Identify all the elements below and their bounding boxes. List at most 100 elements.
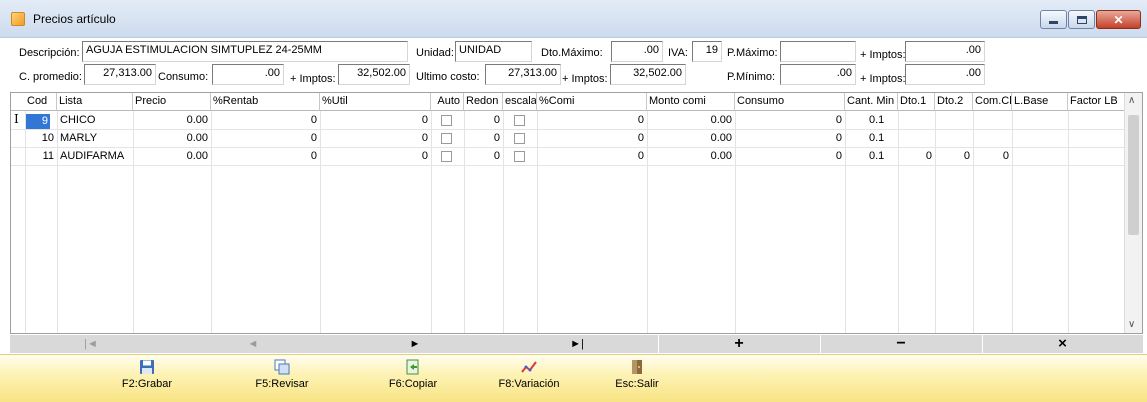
cell-lista[interactable]: AUDIFARMA bbox=[57, 148, 133, 166]
cell-dto1[interactable] bbox=[898, 130, 935, 148]
cell-dto2[interactable] bbox=[935, 112, 973, 130]
cell-precio[interactable]: 0.00 bbox=[133, 112, 211, 130]
salir-button[interactable]: Esc:Salir bbox=[602, 359, 672, 390]
cell-cant-min[interactable]: 0.1 bbox=[845, 130, 898, 148]
col-header-consumo[interactable]: Consumo bbox=[735, 93, 845, 111]
copiar-button[interactable]: F6:Copiar bbox=[378, 359, 448, 390]
table-row[interactable]: 10 MARLY 0.00 0 0 0 0 0.00 0 0.1 bbox=[11, 130, 1125, 148]
col-header-precio[interactable]: Precio bbox=[133, 93, 211, 111]
cell-dto2[interactable]: 0 bbox=[935, 148, 973, 166]
cell-comcl[interactable] bbox=[973, 130, 1012, 148]
cell-precio[interactable]: 0.00 bbox=[133, 148, 211, 166]
checkbox-escala[interactable] bbox=[514, 115, 525, 126]
col-header-auto[interactable]: Auto bbox=[431, 93, 464, 111]
ultimo-costo-field[interactable]: 27,313.00 bbox=[485, 64, 561, 85]
cell-lista[interactable]: CHICO bbox=[57, 112, 133, 130]
cell-util[interactable]: 0 bbox=[320, 112, 431, 130]
impuestos-field-2[interactable]: 32,502.00 bbox=[338, 64, 410, 85]
nav-add-button[interactable]: + bbox=[658, 335, 820, 353]
close-button[interactable]: ✕ bbox=[1096, 10, 1141, 29]
variacion-button[interactable]: F8:Variación bbox=[494, 359, 564, 390]
col-header-rentab[interactable]: %Rentab bbox=[211, 93, 320, 111]
p-minimo-field[interactable]: .00 bbox=[780, 64, 856, 85]
prices-grid[interactable]: Cod Lista Precio %Rentab %Util Auto Redo… bbox=[10, 92, 1143, 334]
cell-cant-min[interactable]: 0.1 bbox=[845, 112, 898, 130]
checkbox-auto[interactable] bbox=[441, 115, 452, 126]
cell-cant-min[interactable]: 0.1 bbox=[845, 148, 898, 166]
nav-next-button[interactable]: ► bbox=[334, 335, 496, 353]
col-header-redon[interactable]: Redon bbox=[464, 93, 503, 111]
cell-dto1[interactable] bbox=[898, 112, 935, 130]
col-header-comi[interactable]: %Comi bbox=[537, 93, 647, 111]
col-header-escala[interactable]: escala bbox=[503, 93, 537, 111]
cell-monto-comi[interactable]: 0.00 bbox=[647, 130, 735, 148]
cell-util[interactable]: 0 bbox=[320, 130, 431, 148]
col-header-cant-min[interactable]: Cant. Min bbox=[845, 93, 898, 111]
minimize-button[interactable] bbox=[1040, 10, 1067, 29]
save-icon bbox=[140, 360, 154, 374]
maximize-button[interactable] bbox=[1068, 10, 1095, 29]
c-promedio-field[interactable]: 27,313.00 bbox=[84, 64, 156, 85]
scroll-down-icon[interactable]: ∨ bbox=[1128, 319, 1135, 330]
cell-comi[interactable]: 0 bbox=[537, 130, 647, 148]
checkbox-escala[interactable] bbox=[514, 151, 525, 162]
cell-redon[interactable]: 0 bbox=[464, 130, 503, 148]
cell-consumo[interactable]: 0 bbox=[735, 130, 845, 148]
cell-cod-selected[interactable]: 9 bbox=[26, 114, 50, 129]
revisar-button[interactable]: F5:Revisar bbox=[247, 359, 317, 390]
checkbox-auto[interactable] bbox=[441, 133, 452, 144]
scroll-up-icon[interactable]: ∧ bbox=[1128, 95, 1135, 106]
col-header-dto1[interactable]: Dto.1 bbox=[898, 93, 935, 111]
cell-lista[interactable]: MARLY bbox=[57, 130, 133, 148]
nav-first-button[interactable]: |◄ bbox=[10, 335, 172, 353]
cell-monto-comi[interactable]: 0.00 bbox=[647, 148, 735, 166]
impuestos-field-3[interactable]: 32,502.00 bbox=[610, 64, 686, 85]
cell-dto1[interactable]: 0 bbox=[898, 148, 935, 166]
cell-monto-comi[interactable]: 0.00 bbox=[647, 112, 735, 130]
cell-redon[interactable]: 0 bbox=[464, 148, 503, 166]
descripcion-field[interactable]: AGUJA ESTIMULACION SIMTUPLEZ 24-25MM bbox=[82, 41, 408, 62]
unidad-field[interactable]: UNIDAD bbox=[455, 41, 532, 62]
cell-rentab[interactable]: 0 bbox=[211, 148, 320, 166]
table-row[interactable]: I 9 CHICO 0.00 0 0 0 0 0.00 0 0.1 bbox=[11, 112, 1125, 130]
col-header-comcl[interactable]: Com.Cl bbox=[973, 93, 1012, 111]
cell-consumo[interactable]: 0 bbox=[735, 148, 845, 166]
cell-precio[interactable]: 0.00 bbox=[133, 130, 211, 148]
vertical-scrollbar[interactable]: ∧ ∨ bbox=[1124, 93, 1142, 333]
col-header-util[interactable]: %Util bbox=[320, 93, 431, 111]
col-header-lbase[interactable]: L.Base bbox=[1012, 93, 1068, 111]
cell-comcl[interactable] bbox=[973, 112, 1012, 130]
cell-consumo[interactable]: 0 bbox=[735, 112, 845, 130]
dto-maximo-field[interactable]: .00 bbox=[611, 41, 663, 62]
p-maximo-field[interactable] bbox=[780, 41, 856, 62]
scroll-thumb[interactable] bbox=[1128, 115, 1139, 235]
impuestos-field-1[interactable]: .00 bbox=[905, 41, 985, 62]
table-row[interactable]: 11 AUDIFARMA 0.00 0 0 0 0 0.00 0 0.1 0 0… bbox=[11, 148, 1125, 166]
cell-comi[interactable]: 0 bbox=[537, 148, 647, 166]
cell-redon[interactable]: 0 bbox=[464, 112, 503, 130]
grabar-button[interactable]: F2:Grabar bbox=[112, 359, 182, 390]
checkbox-auto[interactable] bbox=[441, 151, 452, 162]
cell-rentab[interactable]: 0 bbox=[211, 112, 320, 130]
nav-prev-button[interactable]: ◄ bbox=[172, 335, 334, 353]
nav-cancel-button[interactable]: × bbox=[982, 335, 1143, 353]
col-header-cod[interactable]: Cod bbox=[25, 93, 57, 111]
impuestos-label-2: + Imptos: bbox=[290, 73, 336, 85]
cell-cod[interactable]: 11 bbox=[25, 148, 57, 166]
col-header-factor-lb[interactable]: Factor LB bbox=[1068, 93, 1125, 111]
col-header-monto-comi[interactable]: Monto comi bbox=[647, 93, 735, 111]
cell-rentab[interactable]: 0 bbox=[211, 130, 320, 148]
checkbox-escala[interactable] bbox=[514, 133, 525, 144]
col-header-dto2[interactable]: Dto.2 bbox=[935, 93, 973, 111]
impuestos-field-4[interactable]: .00 bbox=[905, 64, 985, 85]
cell-dto2[interactable] bbox=[935, 130, 973, 148]
cell-comi[interactable]: 0 bbox=[537, 112, 647, 130]
cell-cod[interactable]: 10 bbox=[25, 130, 57, 148]
cell-util[interactable]: 0 bbox=[320, 148, 431, 166]
nav-last-button[interactable]: ►| bbox=[496, 335, 658, 353]
consumo-field[interactable]: .00 bbox=[212, 64, 284, 85]
nav-delete-button[interactable]: − bbox=[820, 335, 982, 353]
col-header-lista[interactable]: Lista bbox=[57, 93, 133, 111]
cell-comcl[interactable]: 0 bbox=[973, 148, 1012, 166]
iva-field[interactable]: 19 bbox=[692, 41, 722, 62]
